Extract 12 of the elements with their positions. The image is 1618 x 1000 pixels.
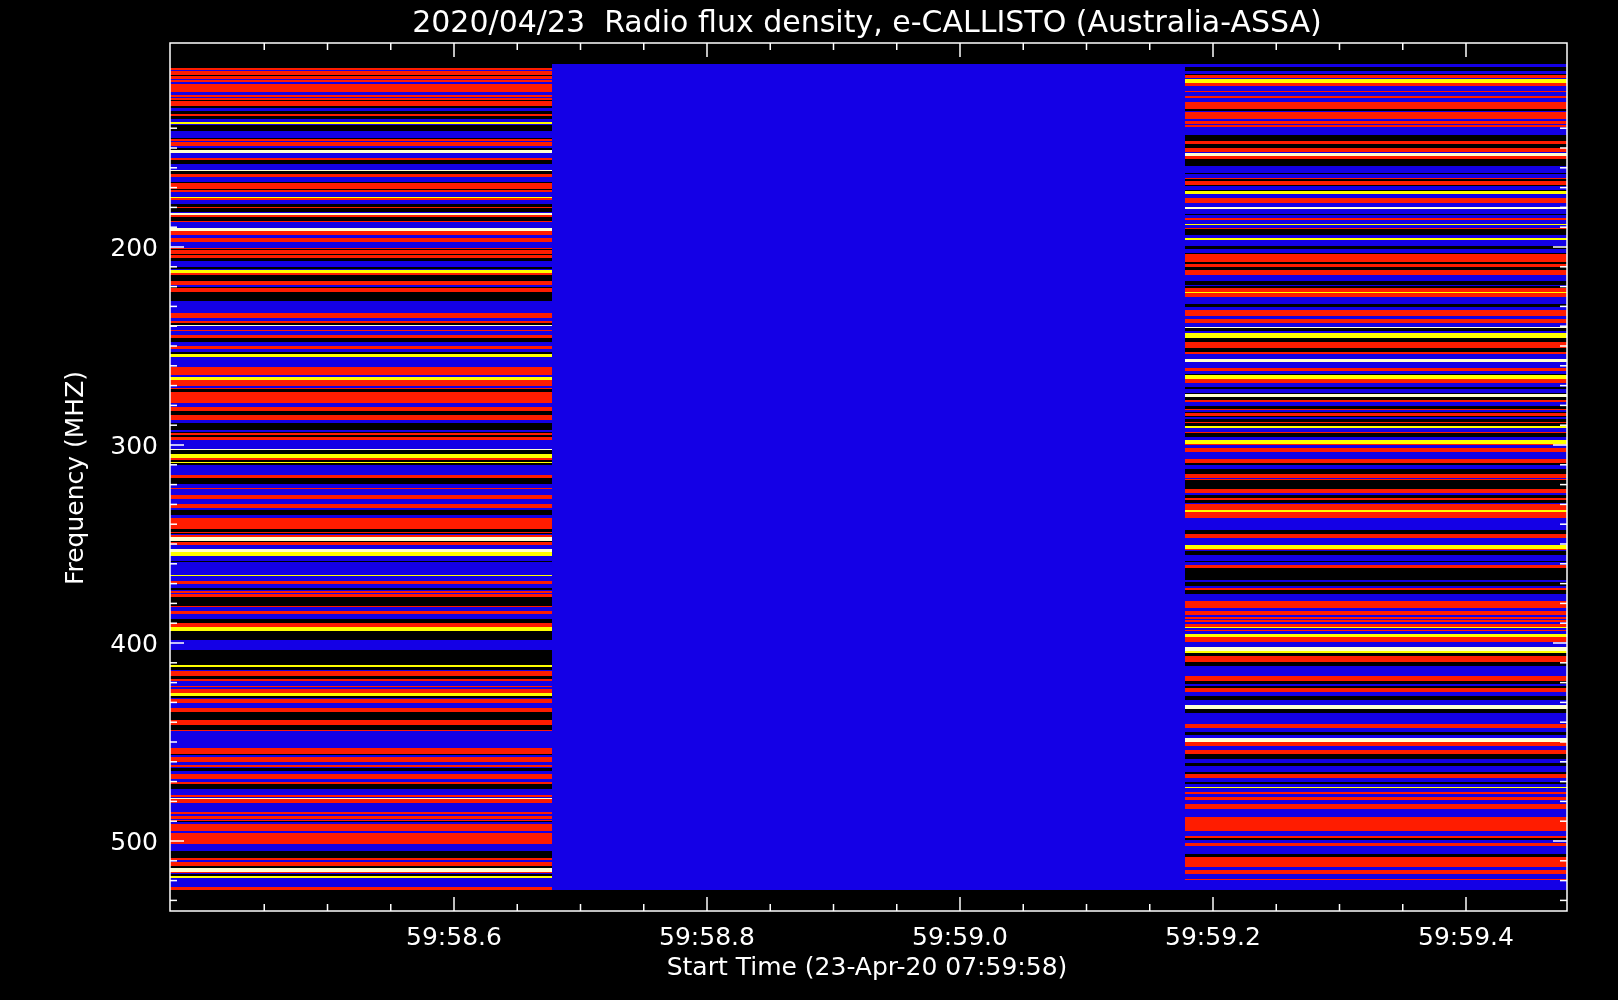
tick-label: 59:58.6: [406, 922, 502, 951]
tick-label: 59:59.0: [912, 922, 1008, 951]
tick-label: 59:59.2: [1165, 922, 1261, 951]
tick-label: 59:58.8: [659, 922, 755, 951]
axis-label: Start Time (23-Apr-20 07:59:58): [666, 952, 1068, 981]
tick-label: 200: [110, 233, 158, 262]
chart-title: 2020/04/23 Radio flux density, e-CALLISTO (Australia-ASSA): [412, 4, 1322, 39]
tick-label: 59:59.4: [1418, 922, 1514, 951]
tick-label: 500: [110, 827, 158, 856]
tick-label: 400: [110, 629, 158, 658]
axis-label: Frequency (MHZ): [60, 370, 89, 586]
tick-label: 300: [110, 431, 158, 460]
